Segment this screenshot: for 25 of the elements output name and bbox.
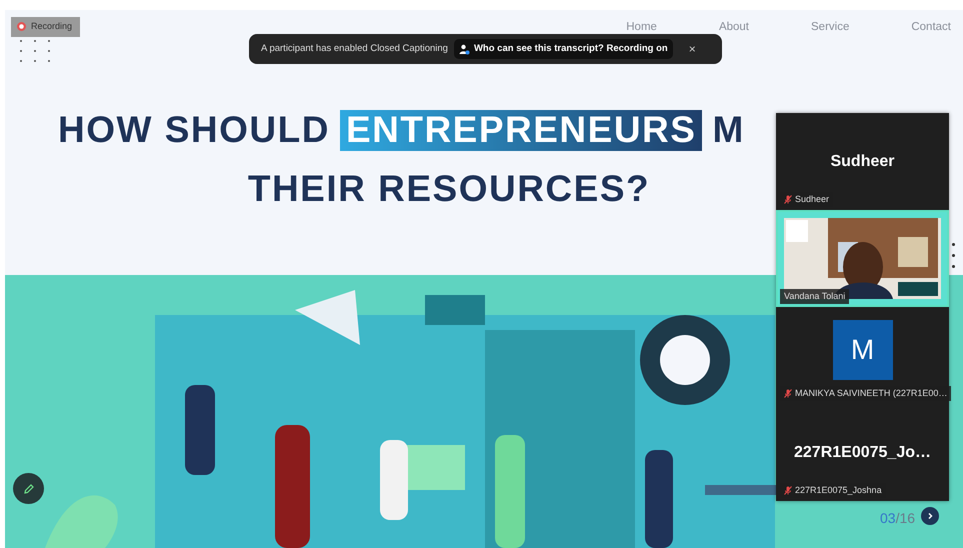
- participant-name: MANIKYA SAIVINEETH (227R1E00…: [795, 386, 948, 400]
- page-number: 03: [880, 510, 896, 526]
- highlighted-heading-text: ENTREPRENEURS: [340, 110, 702, 151]
- participant-title: 227R1E0075_Jo…: [794, 442, 931, 462]
- chevron-right-icon: [926, 512, 934, 520]
- transcript-link[interactable]: Who can see this transcript? Recording on: [454, 38, 673, 60]
- nav-link[interactable]: Service: [811, 19, 850, 37]
- heading-text: HOW SHOULD: [58, 110, 330, 151]
- participant-title: Sudheer: [830, 152, 894, 172]
- nav-link[interactable]: Contact: [911, 19, 951, 37]
- nav-link[interactable]: About: [718, 19, 749, 37]
- heading-text: M: [712, 110, 745, 151]
- pencil-icon: [22, 482, 34, 494]
- close-button[interactable]: ×: [684, 40, 700, 58]
- participant-name: 227R1E0075_Joshna: [795, 484, 882, 497]
- recording-label: Recording: [31, 20, 72, 33]
- person-icon: [458, 44, 470, 54]
- page-total: /16: [896, 510, 916, 526]
- heading-text: THEIR RESOURCES?: [248, 168, 652, 210]
- record-icon: [17, 22, 26, 32]
- participant-name: Sudheer: [795, 192, 830, 206]
- nav-link[interactable]: Home: [626, 19, 657, 37]
- more-icon: [952, 243, 955, 268]
- notification-text: A participant has enabled Closed Captioning: [261, 42, 448, 56]
- avatar: M: [832, 320, 892, 380]
